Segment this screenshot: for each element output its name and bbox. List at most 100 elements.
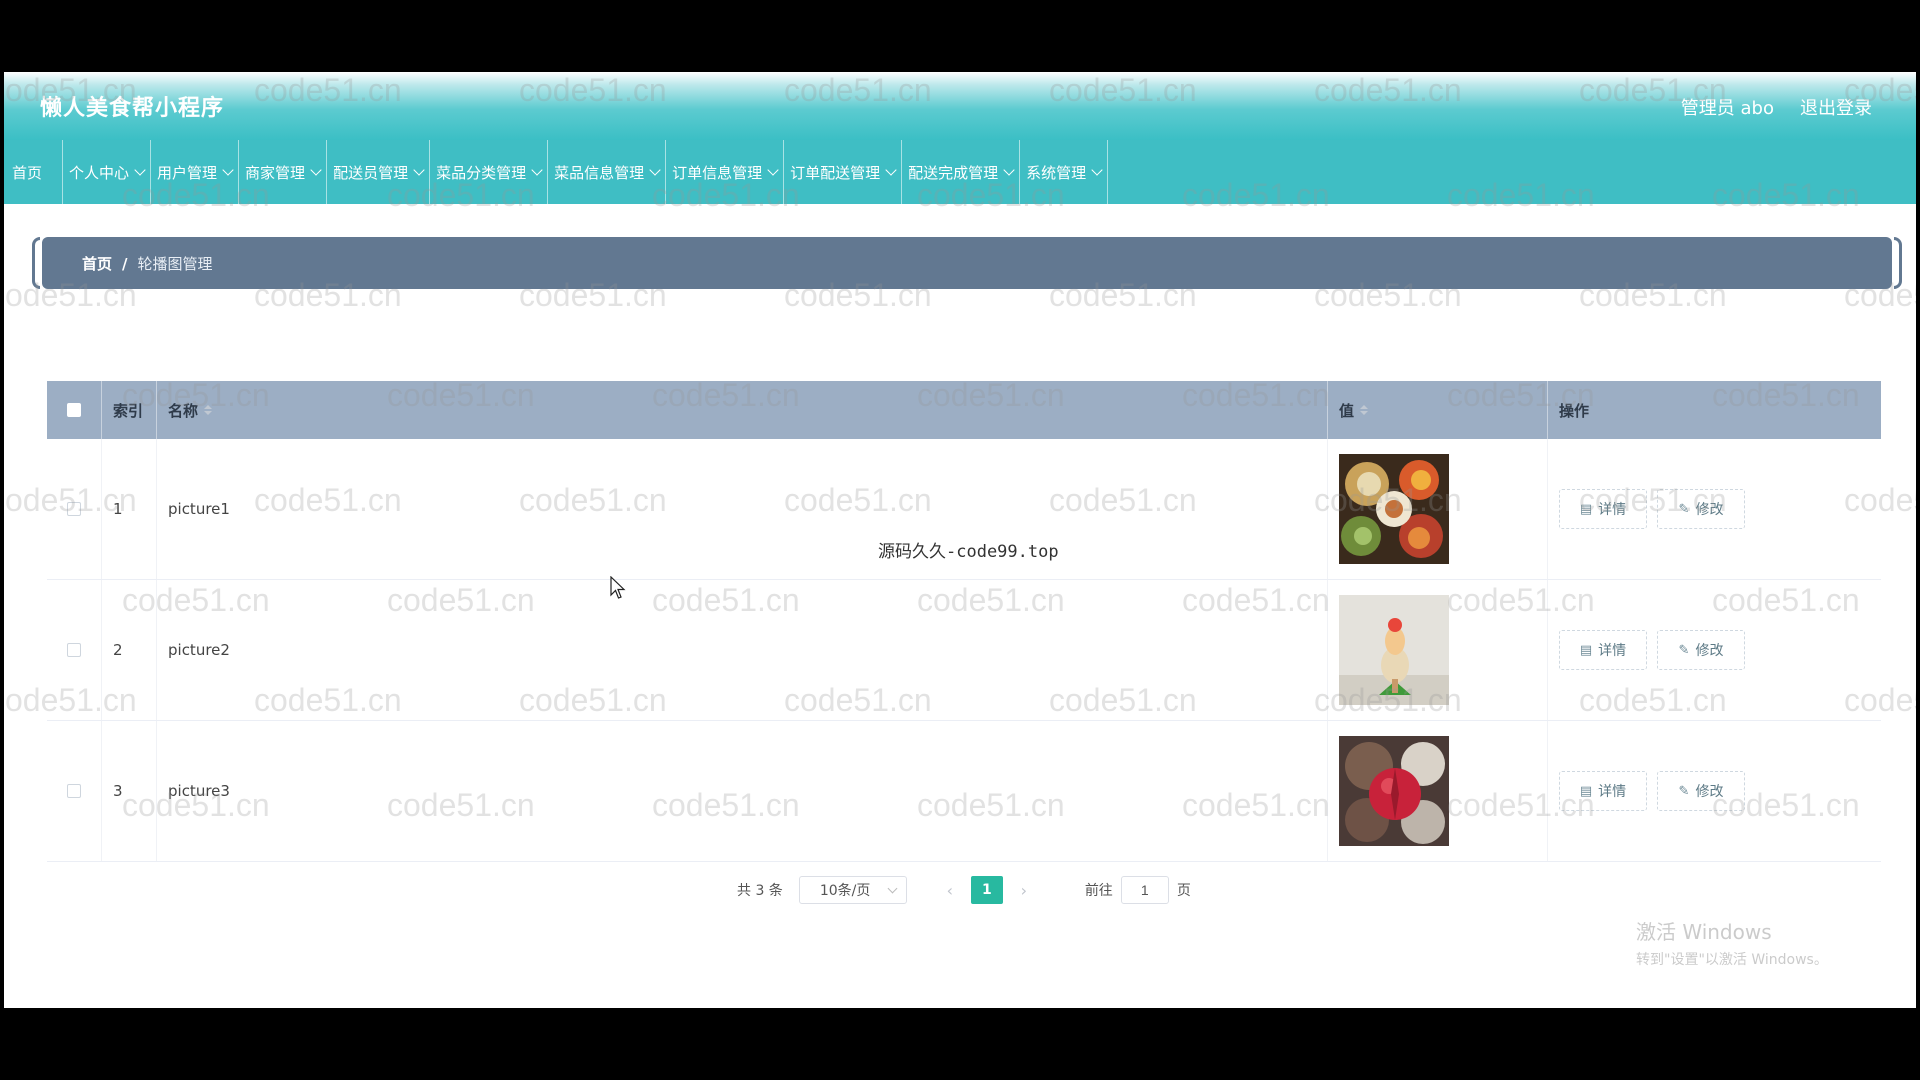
nav-item[interactable]: 配送完成管理: [902, 140, 1021, 204]
logout-link[interactable]: 退出登录: [1800, 94, 1872, 120]
nav-item[interactable]: 商家管理: [239, 140, 328, 204]
carousel-thumbnail-image[interactable]: [1339, 454, 1449, 564]
header-value-label: 值: [1339, 401, 1355, 420]
chevron-down-icon: [222, 164, 234, 176]
header-select-all-cell: [47, 381, 102, 439]
pencil-icon: ✎: [1678, 642, 1690, 658]
document-icon: ▤: [1579, 642, 1593, 658]
chevron-left-icon: ‹: [946, 880, 954, 900]
carousel-table: 索引 名称 值 操作 1 picture1 ▤ 详情 ✎ 修改 2 pictur…: [47, 381, 1881, 862]
page-number-button[interactable]: 1: [970, 876, 1003, 904]
chevron-down-icon: [531, 164, 543, 176]
sort-icon[interactable]: [1360, 405, 1369, 415]
chevron-down-icon: [413, 164, 425, 176]
main-nav: 首页 个人中心 用户管理 商家管理 配送员管理 菜品分类管理 菜品信息管理 订单信息管理 订单配…: [4, 140, 1916, 204]
detail-button-label: 详情: [1598, 502, 1627, 518]
nav-item[interactable]: 配送员管理: [327, 140, 431, 204]
row-index: 1: [102, 439, 157, 579]
breadcrumb-current: 轮播图管理: [137, 255, 213, 273]
breadcrumb-left-bracket: [32, 237, 40, 289]
app-title: 懒人美食帮小程序: [40, 96, 225, 121]
detail-button-label: 详情: [1598, 643, 1627, 659]
windows-activation-title: 激活 Windows: [1636, 920, 1772, 944]
select-all-checkbox[interactable]: [67, 403, 81, 417]
windows-activation-subtitle: 转到"设置"以激活 Windows。: [1636, 952, 1828, 968]
nav-item[interactable]: 订单信息管理: [666, 140, 785, 204]
page-size-select[interactable]: 10条/页: [798, 876, 907, 904]
chevron-right-icon: ›: [1020, 880, 1028, 900]
nav-item[interactable]: 个人中心: [63, 140, 152, 204]
pencil-icon: ✎: [1678, 501, 1690, 517]
row-value: [1328, 721, 1548, 861]
header-value[interactable]: 值: [1328, 381, 1548, 439]
nav-item-label: 配送完成管理: [908, 163, 999, 182]
prev-page-button[interactable]: ‹: [935, 876, 965, 904]
row-actions: ▤ 详情 ✎ 修改: [1548, 721, 1881, 861]
breadcrumb-home[interactable]: 首页: [82, 255, 112, 273]
nav-item[interactable]: 订单配送管理: [784, 140, 903, 204]
nav-item-label: 用户管理: [157, 163, 218, 182]
chevron-down-icon: [134, 164, 146, 176]
row-checkbox[interactable]: [67, 502, 81, 516]
edit-button-label: 修改: [1695, 643, 1724, 659]
top-header: 懒人美食帮小程序 管理员 abo 退出登录: [4, 72, 1916, 140]
pencil-icon: ✎: [1678, 783, 1690, 799]
edit-button-label: 修改: [1695, 784, 1724, 800]
chevron-down-icon: [1091, 164, 1103, 176]
pagination-total: 共 3 条: [737, 883, 783, 899]
header-index: 索引: [102, 381, 157, 439]
carousel-thumbnail-image[interactable]: [1339, 736, 1449, 846]
row-name: picture2: [157, 580, 1328, 720]
document-icon: ▤: [1579, 783, 1593, 799]
goto-label: 前往: [1084, 883, 1113, 899]
breadcrumb-bar: [42, 237, 1892, 289]
page-unit-label: 页: [1176, 883, 1191, 899]
chevron-down-icon: [310, 164, 322, 176]
chevron-down-icon: [767, 164, 779, 176]
nav-item[interactable]: 系统管理: [1020, 140, 1109, 204]
row-select-cell: [47, 721, 102, 861]
nav-item[interactable]: 菜品信息管理: [548, 140, 667, 204]
nav-item-label: 系统管理: [1026, 163, 1087, 182]
overlay-watermark-text: 源码久久-code99.top: [878, 542, 1059, 562]
table-row: 2 picture2 ▤ 详情 ✎ 修改: [47, 580, 1881, 721]
detail-button-label: 详情: [1598, 784, 1627, 800]
breadcrumb-right-bracket: [1894, 237, 1902, 289]
row-select-cell: [47, 439, 102, 579]
row-value: [1328, 580, 1548, 720]
row-checkbox[interactable]: [67, 784, 81, 798]
nav-item-label: 订单配送管理: [790, 163, 881, 182]
mouse-cursor-icon: [610, 576, 626, 599]
row-value: [1328, 439, 1548, 579]
edit-button-label: 修改: [1695, 502, 1724, 518]
page-size-value: 10条/页: [819, 883, 871, 899]
nav-item-label: 菜品信息管理: [554, 163, 645, 182]
detail-button[interactable]: ▤ 详情: [1559, 489, 1647, 529]
nav-item[interactable]: 用户管理: [151, 140, 240, 204]
carousel-thumbnail-image[interactable]: [1339, 595, 1449, 705]
next-page-button[interactable]: ›: [1009, 876, 1039, 904]
edit-button[interactable]: ✎ 修改: [1657, 771, 1745, 811]
windows-activation-notice: 激活 Windows 转到"设置"以激活 Windows。: [1636, 916, 1828, 969]
header-actions: 操作: [1559, 401, 1590, 420]
header-name[interactable]: 名称: [157, 381, 1328, 439]
row-actions: ▤ 详情 ✎ 修改: [1548, 580, 1881, 720]
row-checkbox[interactable]: [67, 643, 81, 657]
chevron-down-icon: [1003, 164, 1015, 176]
app-window: 懒人美食帮小程序 管理员 abo 退出登录 首页 个人中心 用户管理 商家管理 配送员管…: [4, 72, 1916, 1008]
nav-item-label: 配送员管理: [333, 163, 409, 182]
row-select-cell: [47, 580, 102, 720]
edit-button[interactable]: ✎ 修改: [1657, 630, 1745, 670]
edit-button[interactable]: ✎ 修改: [1657, 489, 1745, 529]
header-name-label: 名称: [168, 401, 199, 420]
document-icon: ▤: [1579, 501, 1593, 517]
nav-item[interactable]: 首页: [4, 140, 64, 204]
goto-page-input[interactable]: [1120, 876, 1169, 904]
sort-icon[interactable]: [204, 405, 213, 415]
admin-user-label: 管理员 abo: [1680, 98, 1774, 119]
nav-item[interactable]: 菜品分类管理: [430, 140, 549, 204]
breadcrumb: 首页 / 轮播图管理: [32, 237, 1902, 289]
detail-button[interactable]: ▤ 详情: [1559, 630, 1647, 670]
detail-button[interactable]: ▤ 详情: [1559, 771, 1647, 811]
chevron-down-icon: [887, 883, 898, 894]
